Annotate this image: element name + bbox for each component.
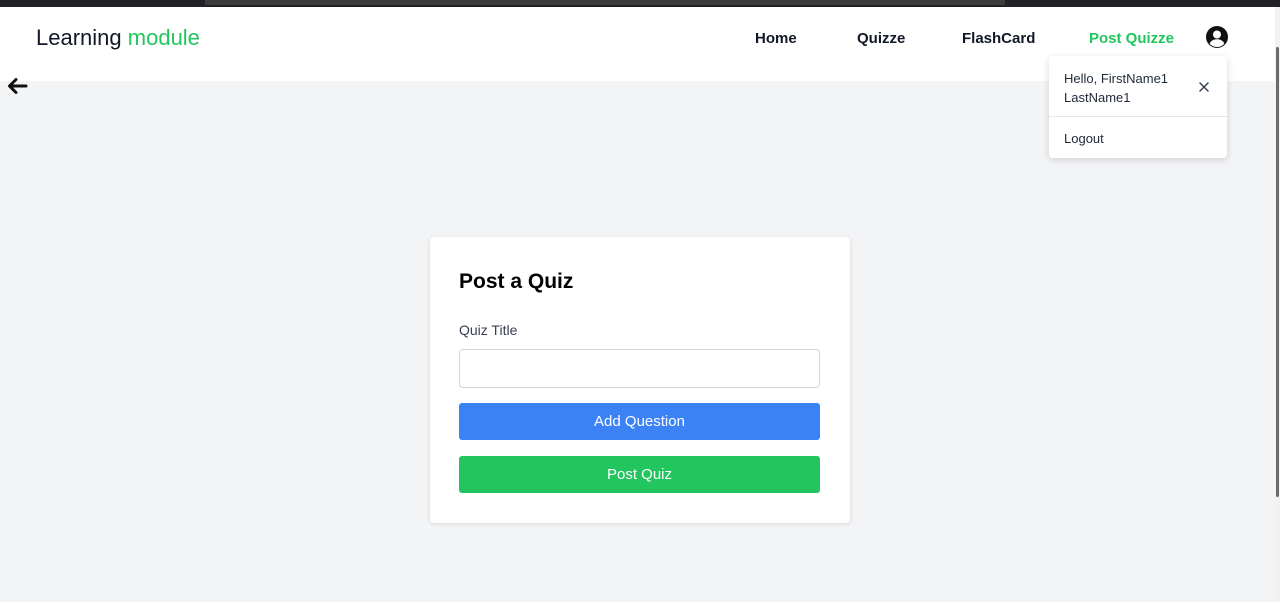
dropdown-divider <box>1049 116 1227 117</box>
nav-home[interactable]: Home <box>755 30 797 47</box>
post-quiz-button[interactable]: Post Quiz <box>459 456 820 493</box>
browser-tab-edge <box>205 0 1005 5</box>
nav-quizze[interactable]: Quizze <box>857 30 905 47</box>
profile-dropdown: Hello, FirstName1 LastName1 Logout <box>1049 56 1227 158</box>
brand-logo[interactable]: Learning module <box>36 25 200 51</box>
scrollbar-thumb[interactable] <box>1276 47 1279 497</box>
post-quiz-card: Post a Quiz Quiz Title Add Question Post… <box>430 237 850 523</box>
quiz-title-input[interactable] <box>459 349 820 388</box>
arrow-left-icon[interactable] <box>6 75 28 97</box>
quiz-title-label: Quiz Title <box>459 322 518 338</box>
browser-top-strip <box>0 0 1280 7</box>
greeting-line-2: LastName1 <box>1064 90 1131 105</box>
nav-flashcard[interactable]: FlashCard <box>962 30 1035 47</box>
page-scrollbar[interactable] <box>1275 7 1280 602</box>
logout-button[interactable]: Logout <box>1064 131 1104 146</box>
greeting-line-1: Hello, FirstName1 <box>1064 71 1169 86</box>
brand-prefix: Learning <box>36 25 122 50</box>
brand-accent: module <box>127 25 200 50</box>
user-circle-icon[interactable] <box>1205 25 1229 49</box>
user-greeting: Hello, FirstName1 LastName1 <box>1064 69 1184 107</box>
add-question-button[interactable]: Add Question <box>459 403 820 440</box>
close-icon[interactable] <box>1195 78 1213 96</box>
form-title: Post a Quiz <box>459 270 574 293</box>
nav-post-quizze[interactable]: Post Quizze <box>1089 30 1174 47</box>
